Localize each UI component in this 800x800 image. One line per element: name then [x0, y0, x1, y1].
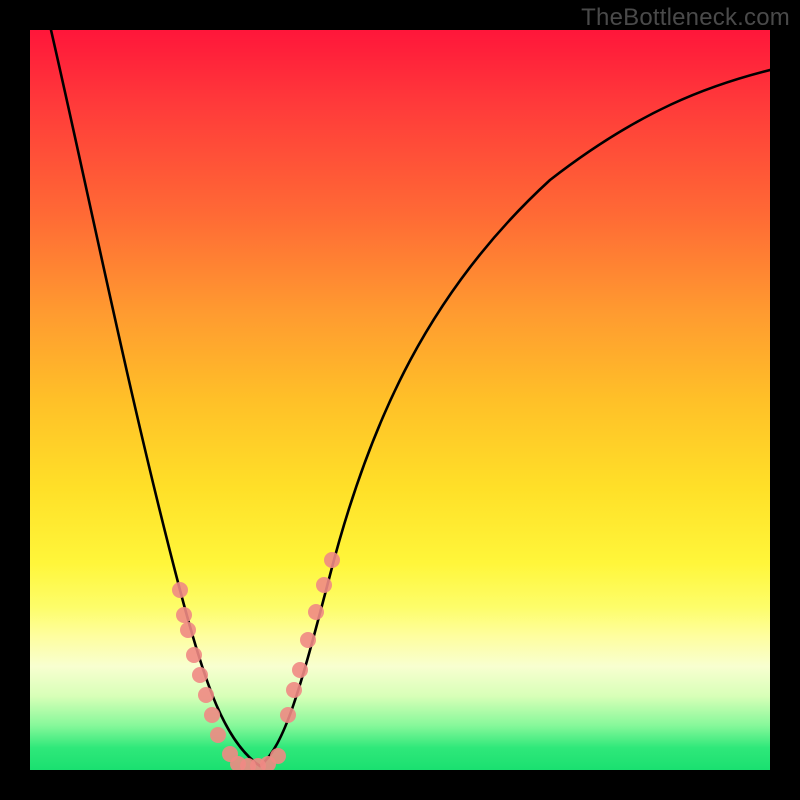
data-dot — [198, 687, 214, 703]
data-dot — [316, 577, 332, 593]
data-dot — [204, 707, 220, 723]
data-dot — [324, 552, 340, 568]
data-dot — [186, 647, 202, 663]
data-dot — [270, 748, 286, 764]
data-dot — [176, 607, 192, 623]
data-dot — [308, 604, 324, 620]
watermark-text: TheBottleneck.com — [581, 4, 790, 32]
dots-right-cluster — [280, 552, 340, 723]
data-dot — [292, 662, 308, 678]
data-dot — [300, 632, 316, 648]
chart-frame: TheBottleneck.com — [0, 0, 800, 800]
dots-bottom-cluster — [230, 748, 286, 770]
curves-svg — [30, 30, 770, 770]
dots-left-cluster — [172, 582, 238, 762]
right-curve — [260, 70, 770, 766]
left-curve — [51, 30, 260, 766]
data-dot — [180, 622, 196, 638]
data-dot — [286, 682, 302, 698]
data-dot — [280, 707, 296, 723]
plot-area — [30, 30, 770, 770]
data-dot — [172, 582, 188, 598]
data-dot — [192, 667, 208, 683]
data-dot — [210, 727, 226, 743]
